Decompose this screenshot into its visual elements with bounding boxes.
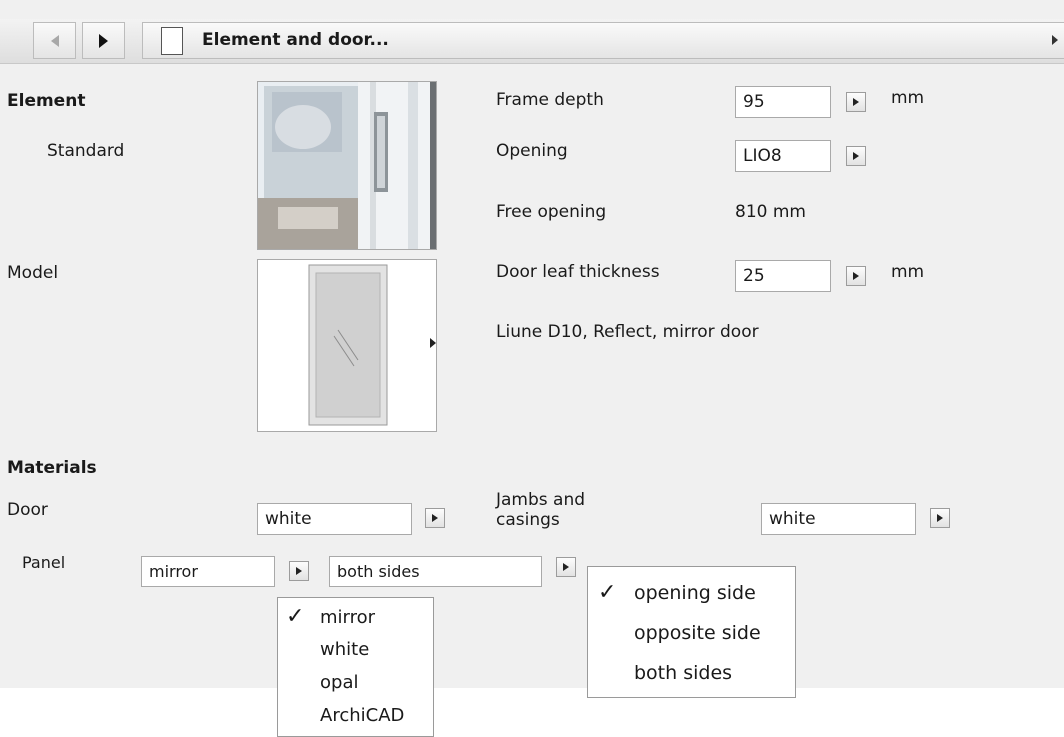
- menu-item-opal[interactable]: opal: [320, 672, 358, 693]
- panel-material-input[interactable]: mirror: [141, 556, 275, 587]
- frame-depth-unit: mm: [891, 88, 925, 108]
- frame-depth-label: Frame depth: [496, 90, 604, 110]
- door-leaf-thickness-unit: mm: [891, 262, 925, 282]
- arrow-right-icon: [432, 514, 438, 522]
- arrow-right-icon: [563, 563, 569, 571]
- arrow-right-icon: [853, 98, 859, 106]
- model-preview-arrow-icon[interactable]: [430, 338, 436, 348]
- model-preview[interactable]: [257, 259, 437, 432]
- door-material-label: Door: [7, 500, 48, 520]
- opening-arrow-button[interactable]: [846, 146, 866, 166]
- arrow-right-icon: [853, 152, 859, 160]
- jambs-material-input[interactable]: white: [761, 503, 916, 535]
- jambs-label-line1: Jambs and: [496, 490, 586, 510]
- free-opening-value: 810 mm: [735, 202, 806, 222]
- panel-material-arrow-button[interactable]: [289, 561, 309, 581]
- panel-label: Panel: [22, 553, 66, 572]
- arrow-right-icon: [937, 514, 943, 522]
- panel-material-menu: ✓ mirror white opal ArchiCAD: [277, 597, 434, 737]
- checkmark-icon: ✓: [598, 580, 617, 605]
- panel-side-input[interactable]: both sides: [329, 556, 542, 587]
- door-model-image: [258, 260, 436, 431]
- opening-label: Opening: [496, 141, 568, 161]
- document-icon: [161, 27, 183, 55]
- door-material-input[interactable]: white: [257, 503, 412, 535]
- door-leaf-thickness-arrow-button[interactable]: [846, 266, 866, 286]
- jambs-casings-label: Jambs and casings: [496, 490, 585, 530]
- panel-side-arrow-button[interactable]: [556, 557, 576, 577]
- expand-arrow-icon[interactable]: [1052, 35, 1058, 45]
- arrow-right-icon: [853, 272, 859, 280]
- checkmark-icon: ✓: [286, 604, 305, 629]
- free-opening-label: Free opening: [496, 202, 607, 222]
- menu-item-opposite-side[interactable]: opposite side: [634, 622, 761, 644]
- menu-item-both-sides[interactable]: both sides: [634, 662, 732, 684]
- preview-arrow-icon[interactable]: [436, 161, 437, 171]
- back-arrow-icon: [50, 34, 59, 47]
- materials-section-label: Materials: [7, 458, 97, 478]
- element-preview[interactable]: [257, 81, 437, 250]
- jambs-label-line2: casings: [496, 510, 560, 530]
- element-preview-image: [258, 82, 436, 249]
- section-title: Element and door...: [202, 30, 389, 50]
- jambs-material-arrow-button[interactable]: [930, 508, 950, 528]
- frame-depth-input[interactable]: 95: [735, 86, 831, 118]
- back-button[interactable]: [33, 22, 76, 59]
- menu-item-white[interactable]: white: [320, 639, 369, 660]
- forward-arrow-icon: [99, 33, 108, 48]
- door-leaf-thickness-input[interactable]: 25: [735, 260, 831, 292]
- element-section-label: Element: [7, 91, 86, 111]
- arrow-right-icon: [296, 567, 302, 575]
- opening-input[interactable]: LIO8: [735, 140, 831, 172]
- menu-item-opening-side[interactable]: opening side: [634, 582, 756, 604]
- section-selector[interactable]: Element and door...: [142, 22, 1064, 59]
- menu-item-archicad[interactable]: ArchiCAD: [320, 705, 404, 726]
- element-type-value: Standard: [47, 141, 125, 161]
- menu-item-mirror[interactable]: mirror: [320, 607, 375, 628]
- model-description: Liune D10, Reflect, mirror door: [496, 322, 759, 342]
- door-material-arrow-button[interactable]: [425, 508, 445, 528]
- panel-side-menu: ✓ opening side opposite side both sides: [587, 566, 796, 698]
- door-leaf-thickness-label: Door leaf thickness: [496, 262, 660, 282]
- frame-depth-arrow-button[interactable]: [846, 92, 866, 112]
- model-label: Model: [7, 263, 59, 283]
- forward-button[interactable]: [82, 22, 125, 59]
